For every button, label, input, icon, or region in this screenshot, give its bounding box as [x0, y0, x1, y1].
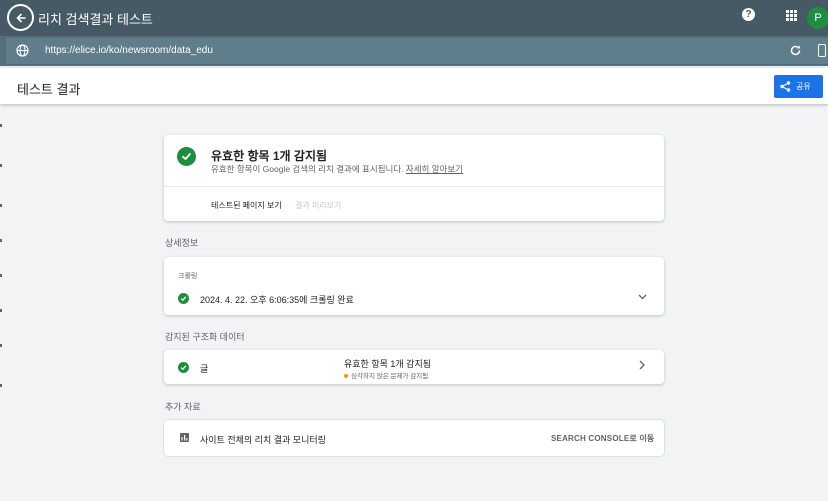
- structured-data-section-label: 감지된 구조화 데이터: [165, 332, 245, 342]
- tab-preview-results[interactable]: 결과 미리보기: [295, 200, 341, 211]
- page-title: 테스트 결과: [17, 82, 81, 97]
- summary-divider: [164, 186, 664, 187]
- share-button[interactable]: 공유: [774, 75, 823, 98]
- avatar[interactable]: P: [807, 7, 828, 29]
- crawl-check-icon: [178, 293, 189, 304]
- globe-icon: [16, 44, 29, 57]
- warning-dot-icon: [344, 374, 348, 379]
- summary-card: 유효한 항목 1개 감지됨 유효한 항목이 Google 검색의 리치 결과에 …: [164, 135, 664, 221]
- tab-tested-page[interactable]: 테스트된 페이지 보기: [211, 200, 282, 211]
- summary-title: 유효한 항목 1개 감지됨: [211, 149, 328, 163]
- item-label: 글: [200, 364, 209, 374]
- help-icon[interactable]: ?: [742, 8, 755, 21]
- monitor-text: 사이트 전체의 리치 결과 모니터링: [200, 435, 326, 445]
- search-console-link[interactable]: SEARCH CONSOLE로 이동: [551, 433, 654, 444]
- page-header: 테스트 결과 공유: [0, 68, 828, 104]
- share-label: 공유: [796, 82, 811, 91]
- url-field[interactable]: https://elice.io/ko/newsroom/data_edu: [6, 38, 828, 64]
- item-title: 유효한 항목 1개 감지됨: [344, 359, 432, 369]
- left-edge-marks: [0, 104, 2, 501]
- item-warning-text: 심각하지 않은 문제가 감지됨: [351, 373, 429, 380]
- bar-chart-icon: [180, 433, 189, 442]
- arrow-back-icon: [15, 13, 26, 22]
- learn-more-link[interactable]: 자세히 알아보기: [406, 164, 463, 174]
- share-icon: [780, 81, 791, 92]
- crawl-card[interactable]: 크롤링 2024. 4. 22. 오후 6:06:35에 크롤링 완료: [164, 257, 664, 315]
- refresh-icon[interactable]: [789, 44, 802, 57]
- item-warning: 심각하지 않은 문제가 감지됨: [344, 370, 428, 380]
- monitor-card: 사이트 전체의 리치 결과 모니터링 SEARCH CONSOLE로 이동: [164, 420, 664, 456]
- url-bar: https://elice.io/ko/newsroom/data_edu: [0, 36, 828, 66]
- crawl-label: 크롤링: [178, 273, 198, 280]
- app-bar: 리치 검색결과 테스트 ? P: [0, 0, 828, 36]
- summary-subtitle-text: 유효한 항목이 Google 검색의 리치 결과에 표시됩니다.: [211, 164, 404, 174]
- details-section-label: 상세정보: [165, 238, 199, 248]
- apps-grid-icon[interactable]: [786, 10, 797, 21]
- item-check-icon: [178, 362, 189, 373]
- chevron-right-icon[interactable]: [639, 360, 645, 370]
- crawl-status: 2024. 4. 22. 오후 6:06:35에 크롤링 완료: [200, 295, 354, 305]
- resources-section-label: 추가 자료: [165, 402, 201, 412]
- structured-data-item[interactable]: 글 유효한 항목 1개 감지됨 심각하지 않은 문제가 감지됨: [164, 350, 664, 384]
- summary-check-icon: [177, 147, 196, 166]
- summary-subtitle: 유효한 항목이 Google 검색의 리치 결과에 표시됩니다. 자세히 알아보…: [211, 163, 463, 175]
- smartphone-icon[interactable]: [818, 44, 826, 57]
- back-button[interactable]: [7, 4, 34, 31]
- app-title: 리치 검색결과 테스트: [38, 12, 153, 27]
- chevron-down-icon[interactable]: [638, 294, 647, 300]
- url-text[interactable]: https://elice.io/ko/newsroom/data_edu: [45, 45, 213, 56]
